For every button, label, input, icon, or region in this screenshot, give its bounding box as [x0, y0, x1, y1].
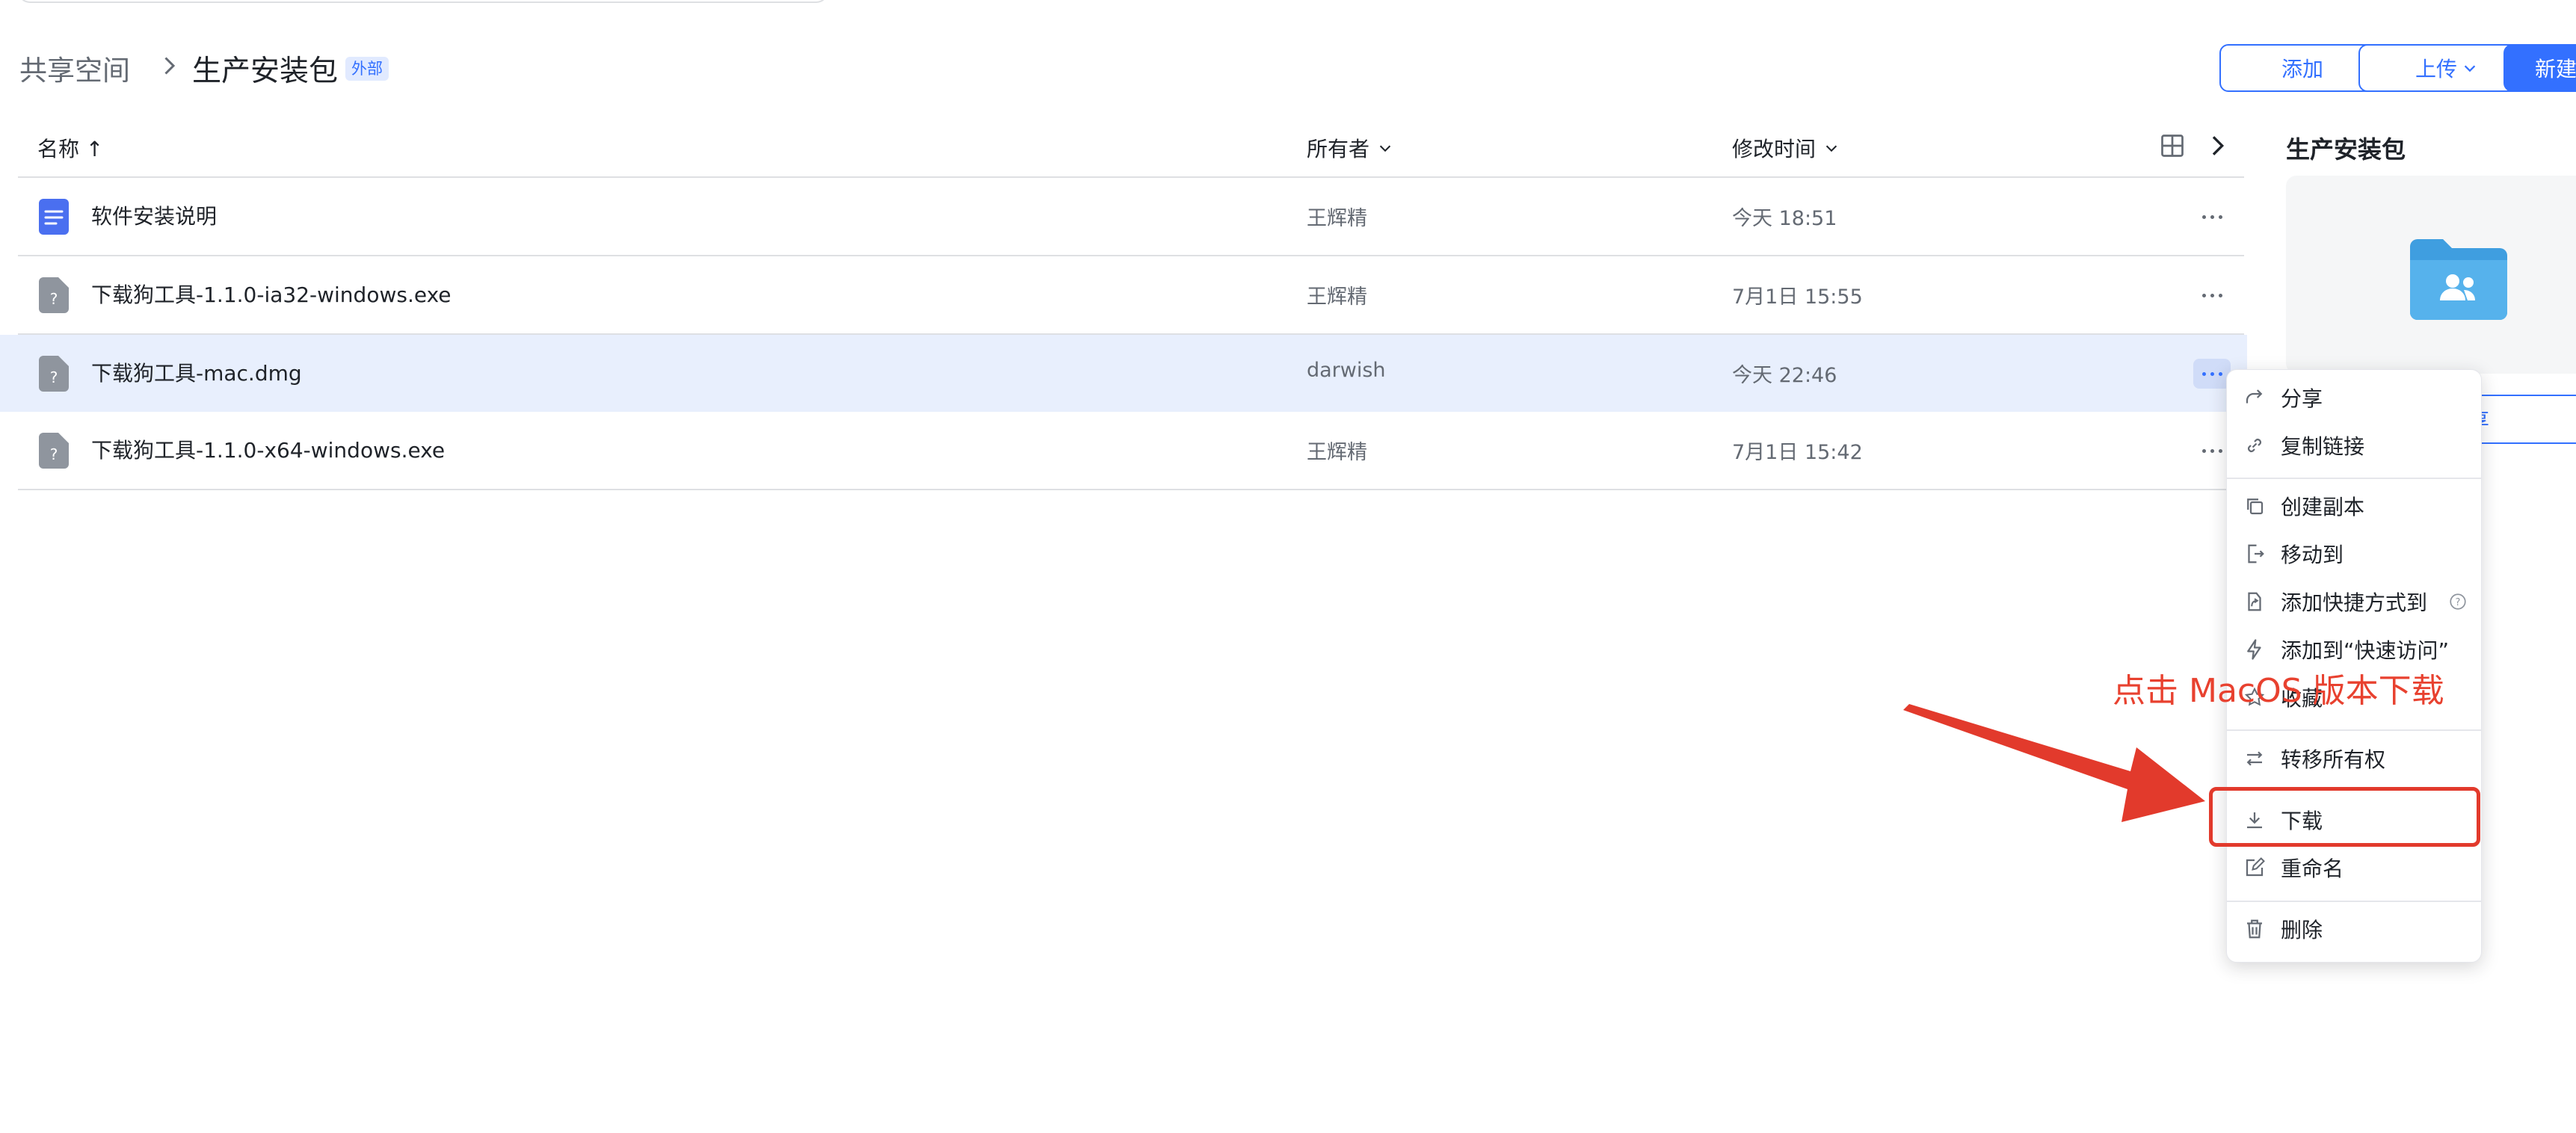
file-owner: darwish — [1307, 359, 1386, 382]
copy-icon — [2247, 498, 2264, 515]
breadcrumb-root[interactable]: 共享空间 — [19, 48, 130, 88]
annotation-arrow — [1903, 704, 2205, 822]
help-icon[interactable]: ? — [2448, 592, 2468, 611]
menu-item-delete[interactable]: 删除 — [2227, 907, 2481, 951]
chevron-right-icon[interactable] — [2202, 131, 2232, 161]
upload-button-label: 上传 — [2415, 57, 2457, 81]
menu-item-label: 复制链接 — [2281, 434, 2365, 459]
share-icon — [2246, 389, 2263, 404]
table-row[interactable]: ? 下载狗工具-1.1.0-ia32-windows.exe 王辉精 7月1日 … — [0, 256, 2247, 333]
menu-item-rename[interactable]: 重命名 — [2227, 845, 2481, 890]
table-row-selected[interactable]: ? 下载狗工具-mac.dmg darwish 今天 22:46 — [0, 335, 2247, 412]
menu-item-label: 创建副本 — [2281, 495, 2365, 519]
file-owner: 王辉精 — [1307, 285, 1367, 309]
more-icon — [2201, 371, 2222, 376]
divider — [18, 489, 2244, 490]
menu-item-label: 重命名 — [2281, 856, 2344, 881]
doc-icon — [39, 199, 69, 235]
column-header-modified[interactable]: 修改时间 — [1732, 133, 1840, 163]
menu-item-duplicate[interactable]: 创建副本 — [2227, 484, 2481, 528]
rename-icon — [2246, 857, 2265, 877]
column-header-modified-label: 修改时间 — [1732, 137, 1817, 161]
annotation-highlight-box — [2209, 787, 2480, 847]
new-button-label: 新建 — [2535, 57, 2576, 81]
unknown-file-icon: ? — [39, 433, 69, 469]
move-icon — [2248, 544, 2264, 564]
svg-text:?: ? — [50, 290, 58, 308]
file-name: 下载狗工具-mac.dmg — [91, 361, 302, 386]
menu-item-label: 转移所有权 — [2281, 747, 2386, 772]
new-button[interactable]: 新建 — [2503, 44, 2576, 92]
menu-item-move[interactable]: 移动到 — [2227, 531, 2481, 576]
file-name: 下载狗工具-1.1.0-ia32-windows.exe — [91, 283, 452, 307]
column-header-owner[interactable]: 所有者 — [1307, 133, 1393, 163]
more-icon — [2201, 214, 2222, 219]
shared-folder-icon — [2410, 239, 2507, 320]
external-badge: 外部 — [345, 57, 389, 81]
shortcut-icon — [2248, 592, 2261, 611]
svg-text:?: ? — [50, 445, 58, 463]
chevron-down-icon — [1825, 145, 1837, 152]
page-title: 生产安装包 — [192, 55, 339, 88]
search-bar[interactable] — [18, 0, 828, 3]
grid-view-icon[interactable] — [2159, 132, 2186, 159]
column-header-name-label: 名称 ↑ — [37, 137, 104, 161]
more-icon — [2201, 293, 2222, 297]
menu-item-label: 添加到“快速访问” — [2281, 638, 2450, 663]
column-header-owner-label: 所有者 — [1307, 137, 1370, 161]
more-button[interactable] — [2193, 359, 2231, 389]
file-modified: 7月1日 15:42 — [1732, 441, 1863, 464]
menu-item-label: 移动到 — [2281, 543, 2344, 567]
lightning-icon — [2247, 639, 2261, 660]
more-button[interactable] — [2193, 280, 2231, 310]
chevron-down-icon — [1379, 145, 1391, 152]
svg-text:?: ? — [50, 368, 58, 386]
more-button[interactable] — [2193, 202, 2231, 232]
unknown-file-icon: ? — [39, 356, 69, 392]
menu-item-transfer-ownership[interactable]: 转移所有权 — [2227, 736, 2481, 781]
file-owner: 王辉精 — [1307, 441, 1367, 464]
add-button-label: 添加 — [2281, 57, 2323, 81]
svg-text:?: ? — [2456, 597, 2461, 608]
table-row[interactable]: ? 下载狗工具-1.1.0-x64-windows.exe 王辉精 7月1日 1… — [0, 412, 2247, 489]
file-name: 下载狗工具-1.1.0-x64-windows.exe — [91, 438, 446, 463]
menu-divider — [2227, 729, 2481, 731]
file-name: 软件安装说明 — [91, 204, 218, 229]
more-button[interactable] — [2193, 436, 2231, 466]
file-modified: 今天 18:51 — [1732, 207, 1837, 230]
chevron-down-icon — [2464, 65, 2476, 72]
link-icon — [2248, 439, 2261, 452]
menu-item-add-shortcut[interactable]: 添加快捷方式到 ? — [2227, 579, 2481, 624]
menu-divider — [2227, 478, 2481, 479]
unknown-file-icon: ? — [39, 277, 69, 313]
menu-item-copy-link[interactable]: 复制链接 — [2227, 423, 2481, 468]
menu-divider — [2227, 901, 2481, 902]
column-header-name[interactable]: 名称 ↑ — [37, 133, 103, 163]
table-row[interactable]: 软件安装说明 王辉精 今天 18:51 — [0, 178, 2247, 255]
transfer-icon — [2246, 751, 2263, 766]
file-modified: 今天 22:46 — [1732, 364, 1837, 387]
chevron-right-icon — [164, 57, 176, 75]
detail-panel-title: 生产安装包 — [2286, 135, 2406, 164]
menu-item-share[interactable]: 分享 — [2227, 375, 2481, 420]
trash-icon — [2247, 919, 2262, 939]
menu-item-label: 分享 — [2281, 386, 2323, 411]
file-owner: 王辉精 — [1307, 207, 1367, 230]
more-icon — [2201, 448, 2222, 453]
file-modified: 7月1日 15:55 — [1732, 285, 1863, 309]
menu-item-label: 添加快捷方式到 — [2281, 590, 2428, 615]
menu-item-label: 删除 — [2281, 918, 2323, 942]
